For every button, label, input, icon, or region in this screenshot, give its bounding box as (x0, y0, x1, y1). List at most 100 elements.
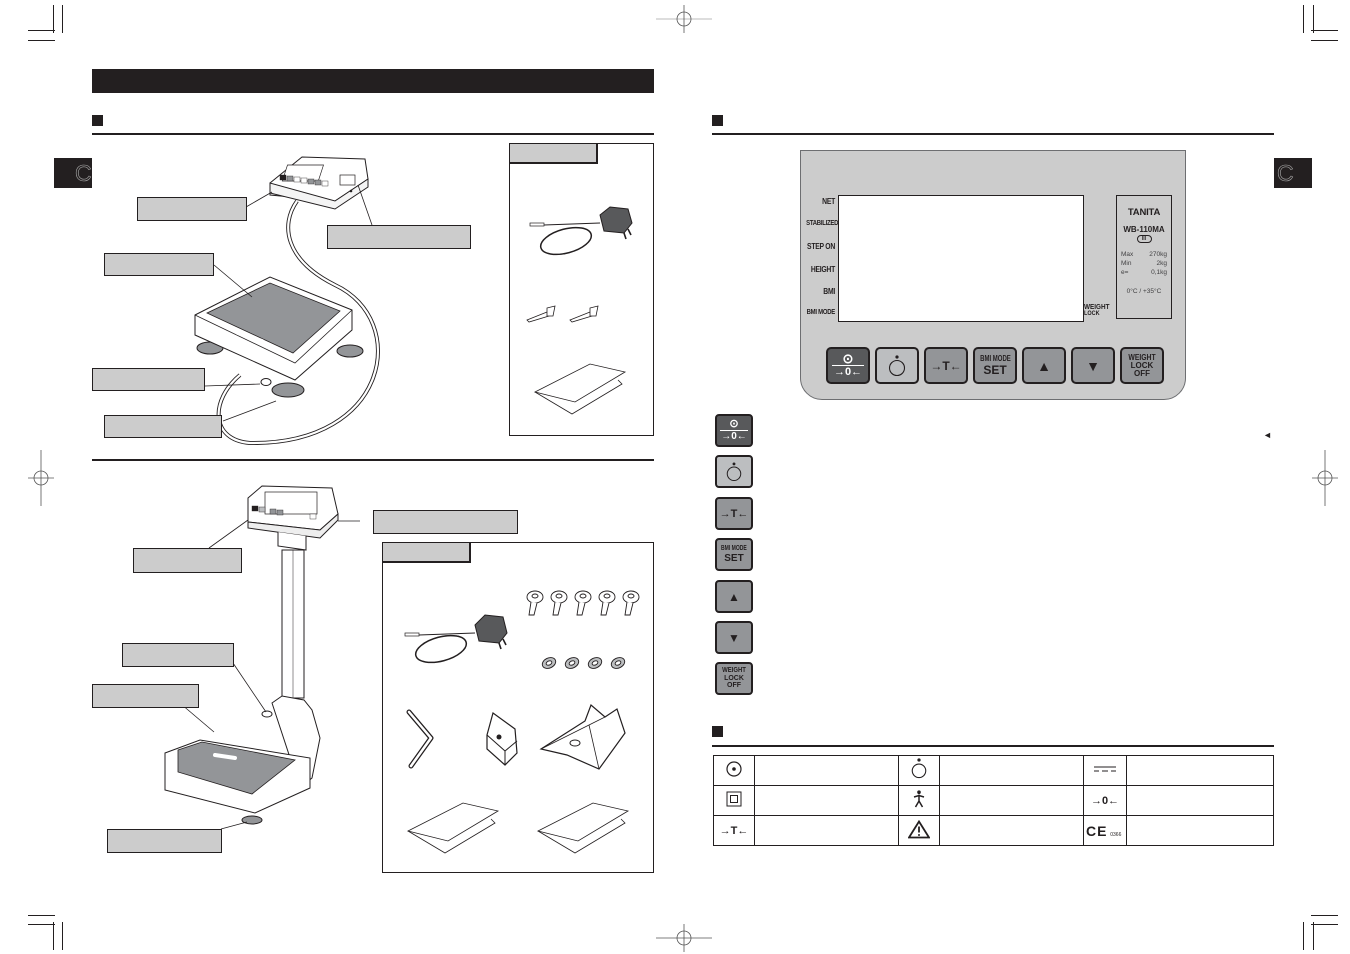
callout-ac-adapter-jack (373, 510, 518, 534)
platform-scale-illustration (194, 156, 380, 445)
page-title-bar (92, 69, 654, 93)
symbol-description (1126, 755, 1274, 786)
platform-drawing (194, 276, 364, 398)
callout-weighing-platform (104, 253, 214, 276)
callout-display-unit (133, 548, 242, 573)
weight-lock-off-key[interactable]: WEIGHT LOCK OFF (1120, 347, 1164, 384)
indicator-bmi-mode: BMI MODE (806, 309, 836, 316)
indicator-stabilized: STABILIZED (806, 220, 839, 227)
zero-icon: →0← (833, 366, 863, 378)
notified-body-number: 0366 (1110, 831, 1122, 838)
table-row (713, 755, 1274, 786)
weight-lock-off-line-3: OFF (1134, 368, 1150, 378)
callout-adjustable-feet (104, 415, 222, 438)
height-on-key[interactable] (875, 347, 919, 384)
accuracy-class-icon: III (1136, 235, 1152, 243)
accessories-box (509, 143, 654, 436)
zero-icon: →0← (721, 430, 747, 442)
bmi-mode-key-label: BMI MODE (721, 544, 747, 552)
zero-point-icon: →0← (1090, 794, 1120, 807)
indicator-height: HEIGHT (810, 265, 835, 274)
callout-weighing-platform (92, 684, 199, 708)
e-value: 0,1kg (1151, 269, 1167, 276)
tare-icon: →T← (719, 507, 749, 520)
column-base-cover-icon (539, 703, 626, 770)
max-value: 270kg (1149, 251, 1167, 258)
accessories-box (382, 542, 654, 873)
weight-lock-line-2: LOCK (1084, 310, 1100, 317)
callout-ac-adapter-jack (327, 225, 471, 249)
symbol-cell (713, 785, 755, 816)
legend-weight-lock-off-key: WEIGHT LOCK OFF (715, 662, 753, 695)
legend-up-arrow-key: ▲ (715, 580, 753, 613)
power-on-off-icon (726, 761, 742, 777)
up-arrow-key[interactable]: ▲ (1022, 347, 1066, 384)
accessories-title (510, 144, 598, 164)
section-bullet (92, 115, 103, 126)
bracket-icon (486, 712, 518, 766)
tare-icon: →T← (719, 824, 749, 837)
symbol-cell (898, 785, 940, 816)
down-arrow-key[interactable]: ▼ (1071, 347, 1115, 384)
symbol-cell (898, 755, 940, 786)
direct-current-icon (1094, 766, 1116, 772)
warning-triangle-icon (907, 819, 931, 838)
tare-key[interactable]: →T← (924, 347, 968, 384)
double-insulation-icon (726, 791, 742, 807)
symbols-table: →0← →T← CE 0366 (713, 755, 1274, 846)
legend-power-zero-key: ⊙ →0← (715, 414, 753, 447)
language-tab-marker: C (54, 158, 92, 188)
tab-marker-glyph: C (1277, 160, 1294, 187)
symbol-description (754, 755, 899, 786)
symbol-description (939, 815, 1084, 846)
triangle-up-icon: ▲ (728, 589, 740, 604)
symbol-cell: →0← (1083, 785, 1127, 816)
set-key-label: SET (724, 552, 744, 564)
height-ring-icon (911, 758, 927, 779)
symbol-cell (1083, 755, 1127, 786)
accuracy-class-label: III (1141, 236, 1147, 242)
min-value: 2kg (1156, 260, 1167, 267)
triangle-down-icon: ▼ (1086, 357, 1100, 374)
wall-screws-icon (526, 305, 599, 323)
table-row: →0← (713, 785, 1274, 816)
lcd-display (838, 195, 1084, 322)
weight-lock-off-line-2: LOCK (724, 674, 744, 682)
power-zero-key[interactable]: ⊙ →0← (826, 347, 870, 384)
weight-lock-indicator: WEIGHT LOCK (1084, 303, 1110, 317)
legend-bmi-mode-set-key: BMI MODE SET (715, 538, 753, 571)
section-rule (712, 133, 1274, 135)
symbol-description (939, 785, 1084, 816)
callout-adjustable-feet (107, 829, 222, 853)
model-number: WB-110MA (1123, 225, 1165, 234)
brand-logo: TANITA (1127, 207, 1161, 218)
set-key-label: SET (983, 363, 1007, 377)
power-icon: ⊙ (832, 352, 864, 366)
power-icon: ⊙ (720, 418, 748, 431)
section-divider (92, 459, 654, 461)
legend-down-arrow-key: ▼ (715, 621, 753, 654)
weight-lock-off-line-1: WEIGHT (1128, 352, 1156, 362)
height-ring-icon (888, 354, 906, 376)
section-bullet (712, 115, 723, 126)
section-rule (712, 745, 1274, 747)
indicator-bmi: BMI (823, 287, 835, 296)
ac-adapter-icon (529, 206, 633, 256)
symbol-description (939, 755, 1084, 786)
height-ring-icon (726, 461, 742, 481)
bmi-mode-key-label: BMI MODE (979, 354, 1011, 363)
table-row: →T← CE 0366 (713, 815, 1274, 846)
hex-wrench-icon (406, 709, 434, 769)
control-panel: NET STABILIZED STEP ON HEIGHT BMI BMI MO… (800, 150, 1186, 400)
callout-level-indicator (122, 643, 234, 667)
callout-level-indicator (92, 368, 205, 391)
bmi-mode-set-key[interactable]: BMI MODE SET (973, 347, 1017, 384)
pointer-icon: ◄ (1263, 430, 1272, 440)
weight-lock-off-line-3: OFF (727, 682, 741, 690)
display-unit-drawing (269, 156, 369, 210)
temperature-range: 0°C / +35°C (1126, 288, 1162, 295)
e-label: e= (1121, 269, 1129, 276)
registration-mark-bottom (656, 924, 712, 952)
section-rule (92, 133, 654, 135)
registration-mark-right (1312, 450, 1338, 506)
